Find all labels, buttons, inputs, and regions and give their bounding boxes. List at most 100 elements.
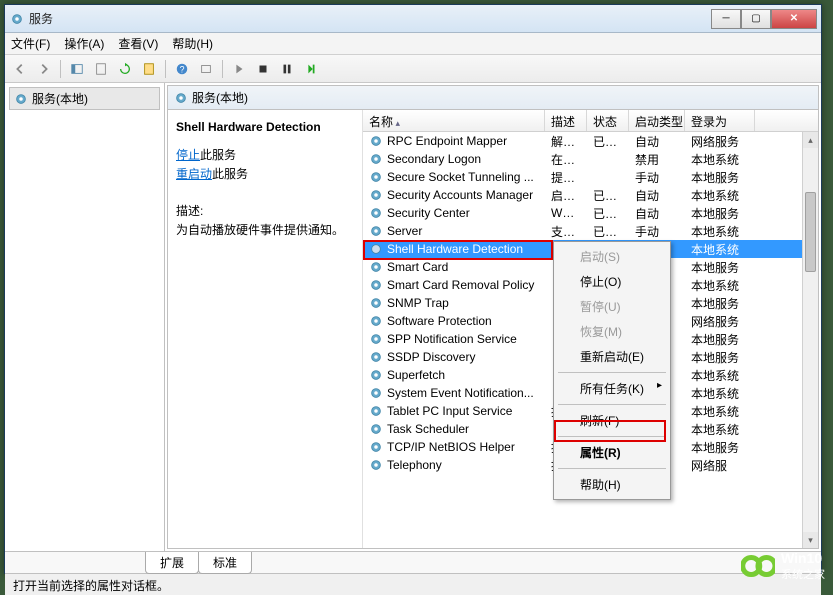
- scroll-thumb[interactable]: [805, 192, 816, 272]
- vertical-scrollbar[interactable]: ▴ ▾: [802, 132, 818, 548]
- show-hide-button[interactable]: [66, 58, 88, 80]
- service-startup: 自动: [629, 187, 685, 204]
- service-name: Server: [387, 224, 422, 238]
- list-header-title: 服务(本地): [192, 89, 248, 106]
- menu-view[interactable]: 查看(V): [118, 35, 158, 52]
- col-name[interactable]: 名称: [363, 110, 545, 131]
- ctx-properties[interactable]: 属性(R): [556, 440, 668, 465]
- scroll-down[interactable]: ▾: [803, 532, 818, 548]
- tab-standard[interactable]: 标准: [198, 552, 252, 574]
- service-row[interactable]: RPC Endpoint Mapper解析...已启动自动网络服务: [363, 132, 818, 150]
- properties-button[interactable]: [138, 58, 160, 80]
- service-logon: 本地服务: [685, 295, 755, 312]
- service-logon: 本地服务: [685, 439, 755, 456]
- pause-button[interactable]: [276, 58, 298, 80]
- forward-button[interactable]: [33, 58, 55, 80]
- view-tabs: 扩展 标准: [5, 551, 821, 573]
- service-name: Security Center: [387, 206, 470, 220]
- desc-label: 描述:: [176, 202, 354, 219]
- ctx-start: 启动(S): [556, 244, 668, 269]
- service-row[interactable]: Security Accounts Manager启动...已启动自动本地系统: [363, 186, 818, 204]
- service-name: Telephony: [387, 458, 442, 472]
- window-title: 服务: [29, 10, 711, 27]
- tree-pane: 服务(本地): [5, 83, 165, 551]
- ctx-restart[interactable]: 重新启动(E): [556, 344, 668, 369]
- refresh-button[interactable]: [114, 58, 136, 80]
- service-name: Smart Card: [387, 260, 448, 274]
- gear-icon: [369, 440, 383, 454]
- separator: [60, 60, 61, 78]
- gear-icon: [369, 278, 383, 292]
- tab-extended[interactable]: 扩展: [145, 552, 199, 574]
- watermark-logo-icon: [741, 549, 775, 583]
- service-row[interactable]: Security CenterWSC...已启动自动本地服务: [363, 204, 818, 222]
- service-desc: 启动...: [545, 187, 587, 204]
- stop-button[interactable]: [252, 58, 274, 80]
- gear-icon: [369, 350, 383, 364]
- gear-icon: [369, 224, 383, 238]
- menu-action[interactable]: 操作(A): [64, 35, 104, 52]
- back-button[interactable]: [9, 58, 31, 80]
- service-name: Software Protection: [387, 314, 492, 328]
- scroll-up[interactable]: ▴: [803, 132, 818, 148]
- service-row[interactable]: Server支持...已启动手动本地系统: [363, 222, 818, 240]
- help-button[interactable]: ?: [171, 58, 193, 80]
- gear-icon: [369, 134, 383, 148]
- titlebar[interactable]: 服务: [5, 5, 821, 33]
- service-logon: 本地系统: [685, 421, 755, 438]
- service-title: Shell Hardware Detection: [176, 120, 354, 134]
- maximize-button[interactable]: [741, 9, 771, 29]
- col-logon[interactable]: 登录为: [685, 110, 755, 131]
- service-name: SSDP Discovery: [387, 350, 475, 364]
- col-startup[interactable]: 启动类型: [629, 110, 685, 131]
- separator: [558, 404, 666, 405]
- service-row[interactable]: Secure Socket Tunneling ...提供...手动本地服务: [363, 168, 818, 186]
- ctx-all-tasks[interactable]: 所有任务(K): [556, 376, 668, 401]
- restart-button[interactable]: [300, 58, 322, 80]
- play-button[interactable]: [228, 58, 250, 80]
- menubar: 文件(F) 操作(A) 查看(V) 帮助(H): [5, 33, 821, 55]
- service-name: RPC Endpoint Mapper: [387, 134, 507, 148]
- service-startup: 自动: [629, 133, 685, 150]
- menu-help[interactable]: 帮助(H): [172, 35, 213, 52]
- service-logon: 本地系统: [685, 277, 755, 294]
- tree-root[interactable]: 服务(本地): [9, 87, 160, 110]
- ctx-pause: 暂停(U): [556, 294, 668, 319]
- restart-link[interactable]: 重启动: [176, 167, 212, 181]
- app-icon: [9, 11, 25, 27]
- stop-link[interactable]: 停止: [176, 148, 200, 162]
- gear-icon: [369, 260, 383, 274]
- col-desc[interactable]: 描述: [545, 110, 587, 131]
- column-headers: 名称 描述 状态 启动类型 登录为: [363, 110, 818, 132]
- service-logon: 本地服务: [685, 169, 755, 186]
- separator: [222, 60, 223, 78]
- gear-icon: [369, 368, 383, 382]
- service-logon: 本地系统: [685, 223, 755, 240]
- service-startup: 自动: [629, 205, 685, 222]
- tree-root-label: 服务(本地): [32, 90, 88, 107]
- ctx-refresh[interactable]: 刷新(F): [556, 408, 668, 433]
- toolbar-icon[interactable]: [195, 58, 217, 80]
- service-desc: 在不...: [545, 151, 587, 168]
- service-logon: 网络服: [685, 457, 755, 474]
- gear-icon: [369, 152, 383, 166]
- service-row[interactable]: Secondary Logon在不...禁用本地系统: [363, 150, 818, 168]
- export-button[interactable]: [90, 58, 112, 80]
- minimize-button[interactable]: [711, 9, 741, 29]
- service-startup: 手动: [629, 223, 685, 240]
- gear-icon: [369, 296, 383, 310]
- col-status[interactable]: 状态: [587, 110, 629, 131]
- service-logon: 本地服务: [685, 331, 755, 348]
- close-button[interactable]: [771, 9, 817, 29]
- ctx-help[interactable]: 帮助(H): [556, 472, 668, 497]
- watermark-sub: 系统之家: [781, 569, 825, 581]
- service-logon: 本地系统: [685, 367, 755, 384]
- svg-text:?: ?: [180, 64, 185, 74]
- service-name: Tablet PC Input Service: [387, 404, 512, 418]
- menu-file[interactable]: 文件(F): [11, 35, 50, 52]
- service-name: Smart Card Removal Policy: [387, 278, 534, 292]
- service-name: TCP/IP NetBIOS Helper: [387, 440, 515, 454]
- list-pane: 服务(本地) Shell Hardware Detection 停止此服务 重启…: [167, 85, 819, 549]
- service-desc: 支持...: [545, 223, 587, 240]
- ctx-stop[interactable]: 停止(O): [556, 269, 668, 294]
